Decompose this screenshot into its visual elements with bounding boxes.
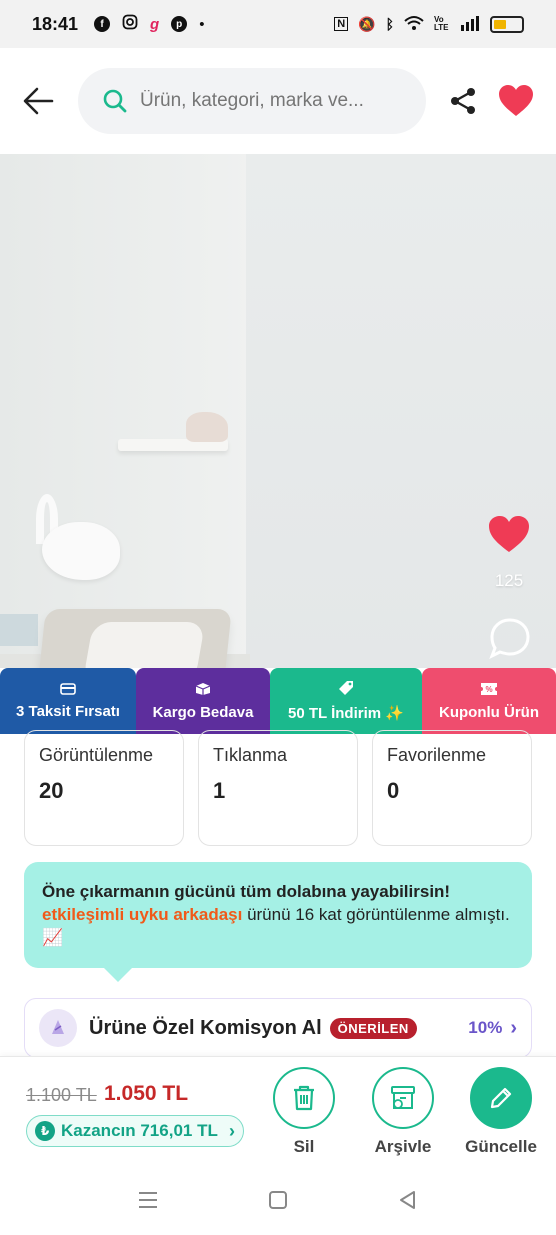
commission-percent: 10% bbox=[468, 1018, 503, 1037]
triangle-back-icon bbox=[400, 1190, 415, 1209]
archive-button[interactable]: Arşivle bbox=[363, 1067, 443, 1157]
badge-free-shipping: Kargo Bedava bbox=[136, 668, 270, 734]
trash-icon bbox=[294, 1085, 314, 1111]
wallet-icon: ₺ bbox=[35, 1121, 55, 1141]
facebook-icon: f bbox=[94, 16, 111, 32]
earnings-button[interactable]: ₺ Kazancın 716,01 TL › bbox=[26, 1115, 244, 1147]
promotion-tip: Öne çıkarmanın gücünü tüm dolabına yayab… bbox=[24, 862, 532, 982]
badge-discount: 50 TL İndirim ✨ bbox=[270, 668, 422, 734]
stat-value: 20 bbox=[39, 778, 64, 803]
stat-views: Görüntülenme 20 bbox=[24, 730, 184, 846]
update-label: Güncelle bbox=[465, 1137, 537, 1156]
home-button[interactable] bbox=[265, 1189, 291, 1211]
coupon-icon: % bbox=[480, 682, 498, 698]
svg-text:%: % bbox=[485, 685, 492, 694]
search-input[interactable] bbox=[140, 90, 400, 112]
recommended-badge: ÖNERİLEN bbox=[329, 1017, 417, 1039]
like-overlay[interactable]: 125 bbox=[486, 514, 532, 591]
dot-icon: • bbox=[199, 15, 205, 33]
archive-label: Arşivle bbox=[374, 1137, 432, 1156]
back-arrow-icon bbox=[23, 87, 54, 115]
menu-lines-icon bbox=[139, 1191, 157, 1208]
mute-icon: 🔕 bbox=[358, 15, 376, 32]
comment-button[interactable] bbox=[488, 616, 532, 660]
system-back-button[interactable] bbox=[395, 1189, 421, 1211]
stat-label: Favorilenme bbox=[387, 745, 487, 765]
share-icon bbox=[451, 88, 475, 114]
commission-label: Ürüne Özel Komisyon Al bbox=[89, 1016, 322, 1039]
new-price: 1.050 TL bbox=[104, 1082, 189, 1105]
signal-icon bbox=[460, 15, 480, 34]
recent-apps-button[interactable] bbox=[135, 1189, 161, 1211]
stat-value: 0 bbox=[387, 778, 400, 803]
status-time: 18:41 bbox=[32, 13, 79, 34]
box-icon bbox=[195, 682, 211, 698]
delete-button[interactable]: Sil bbox=[264, 1067, 344, 1157]
chevron-right-icon: › bbox=[229, 1120, 235, 1141]
stat-favorites: Favorilenme 0 bbox=[372, 730, 532, 846]
tip-body: etkileşimli uyku arkadaşı ürünü 16 kat g… bbox=[42, 903, 514, 949]
pencil-icon bbox=[490, 1087, 512, 1109]
heart-icon bbox=[489, 516, 529, 552]
bottom-action-bar: 1.100 TL 1.050 TL ₺ Kazancın 716,01 TL ›… bbox=[0, 1056, 556, 1164]
like-count: 125 bbox=[494, 571, 524, 590]
heart-icon bbox=[499, 85, 533, 116]
product-image[interactable] bbox=[0, 154, 556, 668]
volte-icon: Vo LTE bbox=[434, 15, 449, 32]
archive-icon bbox=[391, 1086, 415, 1109]
badge-coupon: % Kuponlu Ürün bbox=[422, 668, 556, 734]
search-bar[interactable] bbox=[78, 68, 426, 134]
commission-row[interactable]: Ürüne Özel Komisyon Al ÖNERİLEN 10% › bbox=[24, 998, 532, 1058]
old-price: 1.100 TL bbox=[26, 1085, 97, 1105]
stat-clicks: Tıklanma 1 bbox=[198, 730, 358, 846]
system-nav-bar bbox=[0, 1164, 556, 1235]
wifi-icon bbox=[404, 15, 424, 34]
comment-icon bbox=[489, 618, 530, 660]
square-icon bbox=[269, 1190, 287, 1209]
credit-card-icon bbox=[60, 682, 76, 697]
commission-icon bbox=[39, 1009, 77, 1047]
bluetooth-icon: ᛒ bbox=[385, 16, 394, 32]
nfc-icon: N bbox=[334, 17, 349, 31]
chevron-right-icon: › bbox=[510, 1016, 517, 1039]
stat-label: Tıklanma bbox=[213, 745, 288, 765]
status-bar: 18:41 f g p • N 🔕 ᛒ Vo LTE bbox=[0, 0, 556, 48]
badge-installment: 3 Taksit Fırsatı bbox=[0, 668, 136, 734]
tip-highlight-link[interactable]: etkileşimli uyku arkadaşı bbox=[42, 905, 242, 924]
battery-icon bbox=[490, 15, 524, 33]
update-button[interactable]: Güncelle bbox=[461, 1067, 541, 1157]
share-button[interactable] bbox=[448, 86, 478, 116]
promo-badges: 3 Taksit Fırsatı Kargo Bedava 50 TL İndi… bbox=[0, 668, 556, 734]
delete-label: Sil bbox=[293, 1137, 315, 1156]
notification-icons: f g p • bbox=[94, 14, 204, 34]
stat-value: 1 bbox=[213, 778, 226, 803]
pinterest-icon: p bbox=[171, 16, 188, 32]
favorite-button[interactable] bbox=[498, 84, 534, 118]
stat-label: Görüntülenme bbox=[39, 745, 154, 765]
tip-title: Öne çıkarmanın gücünü tüm dolabına yayab… bbox=[42, 882, 451, 901]
stats-row: Görüntülenme 20 Tıklanma 1 Favorilenme 0 bbox=[24, 730, 532, 846]
earnings-label: Kazancın 716,01 TL bbox=[61, 1121, 218, 1140]
search-icon bbox=[103, 89, 127, 113]
top-bar bbox=[0, 48, 556, 154]
tag-icon bbox=[338, 680, 354, 698]
app-icon: g bbox=[150, 15, 160, 33]
back-button[interactable] bbox=[22, 86, 56, 116]
instagram-icon bbox=[122, 14, 138, 34]
system-icons: N 🔕 ᛒ Vo LTE bbox=[334, 15, 524, 34]
